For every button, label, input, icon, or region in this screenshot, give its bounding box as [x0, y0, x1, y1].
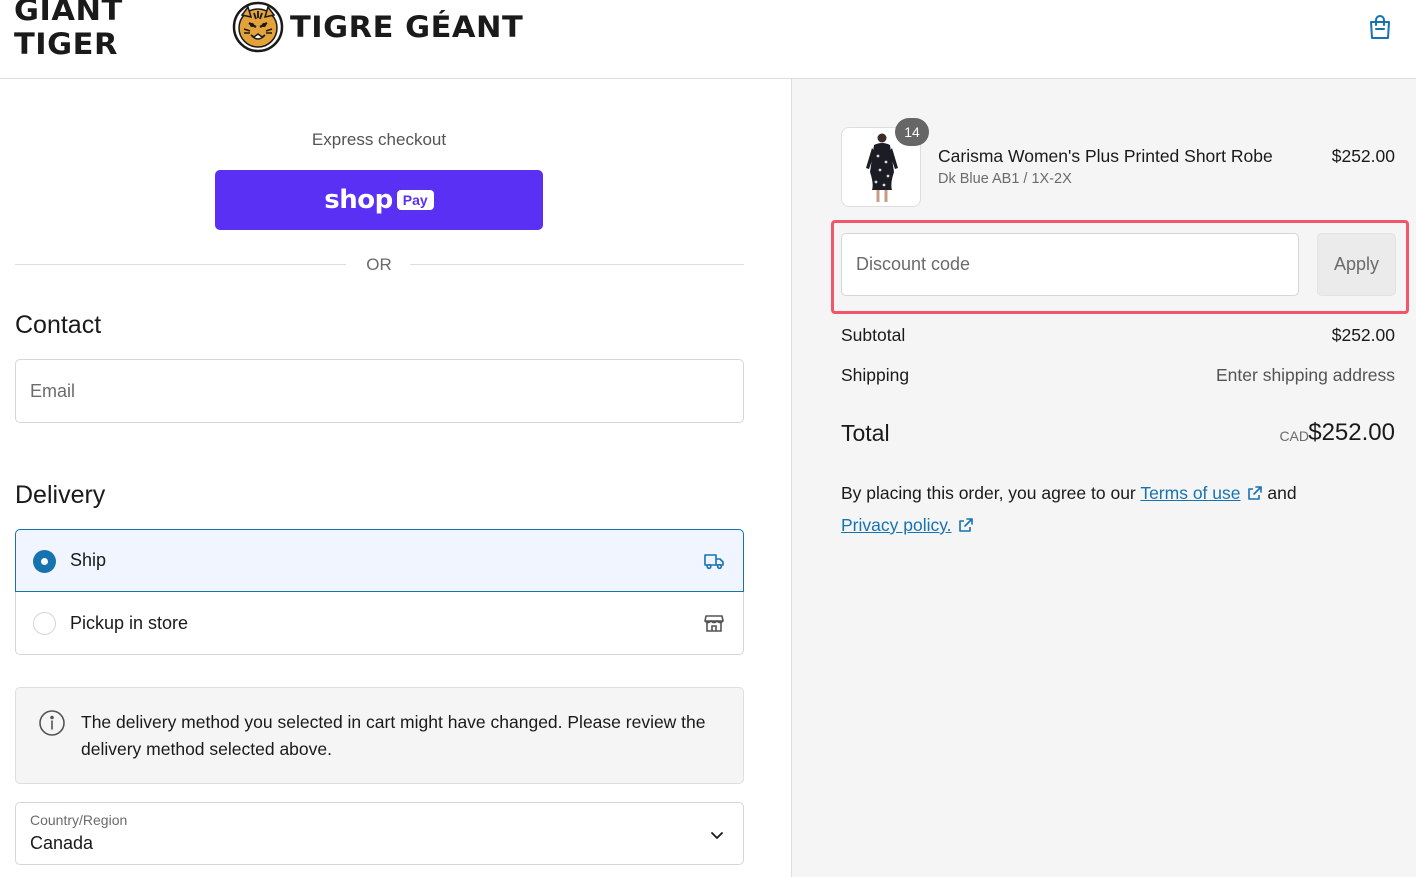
privacy-policy-link[interactable]: Privacy policy.: [841, 515, 952, 535]
shipping-value: Enter shipping address: [1216, 365, 1395, 385]
country-region-value: Canada: [30, 833, 94, 853]
giant-tiger-logo[interactable]: GIANT TIGER TIGRE GÉANT: [14, 0, 523, 61]
delivery-change-notice: The delivery method you selected in cart…: [15, 687, 744, 784]
shop-pay-pill: Pay: [396, 190, 434, 210]
tiger-head-logo-icon: [232, 1, 284, 53]
info-icon: [39, 710, 65, 736]
delivery-notice-text: The delivery method you selected in cart…: [81, 712, 706, 759]
site-header: GIANT TIGER TIGRE GÉANT: [0, 0, 1416, 79]
product-name: Carisma Women's Plus Printed Short Robe: [938, 146, 1273, 166]
pickup-radio[interactable]: [33, 612, 56, 635]
discount-code-field[interactable]: [841, 233, 1299, 296]
checkout-form-column: Express checkout shop Pay OR Contact Del…: [0, 79, 791, 877]
chevron-down-icon: [711, 832, 723, 839]
email-input[interactable]: [16, 360, 743, 422]
delivery-option-ship[interactable]: Ship: [15, 529, 744, 592]
shop-pay-button[interactable]: shop Pay: [215, 170, 543, 230]
contact-heading: Contact: [15, 311, 102, 339]
delivery-option-pickup[interactable]: Pickup in store: [15, 592, 744, 655]
legal-prefix: By placing this order, you agree to our: [841, 483, 1136, 503]
external-link-icon: [958, 518, 973, 532]
delivery-heading: Delivery: [15, 481, 106, 509]
country-region-caption: Country/Region: [30, 812, 128, 828]
discount-code-input[interactable]: [842, 234, 1298, 295]
terms-of-use-link[interactable]: Terms of use: [1140, 483, 1240, 503]
total-currency: CAD: [1279, 428, 1309, 444]
apply-discount-button[interactable]: Apply: [1317, 233, 1396, 296]
product-variant: Dk Blue AB1 / 1X-2X: [938, 171, 1072, 187]
total-label: Total: [841, 420, 890, 446]
country-region-select[interactable]: Country/Region Canada: [15, 802, 744, 865]
or-divider-label: OR: [366, 255, 392, 274]
legal-agreement: By placing this order, you agree to our …: [841, 477, 1401, 541]
product-price: $252.00: [1331, 146, 1395, 166]
order-summary-column: 14 Carisma Women's Plus Printed Short Ro…: [791, 79, 1416, 877]
email-field[interactable]: [15, 359, 744, 423]
delivery-method-group: Ship Pickup in store: [15, 529, 744, 655]
logo-text-fr: TIGRE GÉANT: [290, 10, 524, 44]
express-checkout-title: Express checkout: [311, 130, 447, 149]
or-divider-right: [410, 264, 744, 265]
truck-icon: [704, 554, 724, 570]
subtotal-value: $252.00: [1331, 325, 1395, 345]
subtotal-label: Subtotal: [841, 325, 906, 345]
total-value: $252.00: [1308, 419, 1395, 446]
store-icon: [704, 615, 724, 632]
shop-pay-wordmark: shop: [324, 185, 393, 215]
quantity-badge: 14: [895, 118, 929, 146]
pickup-label: Pickup in store: [70, 612, 189, 633]
external-link-icon: [1247, 486, 1262, 500]
shopping-bag-icon[interactable]: [1366, 13, 1394, 41]
ship-radio[interactable]: [33, 550, 56, 573]
logo-text-en: GIANT TIGER: [14, 0, 123, 61]
legal-and: and: [1267, 483, 1297, 503]
shipping-label: Shipping: [841, 365, 910, 385]
ship-label: Ship: [70, 550, 107, 570]
or-divider-left: [15, 264, 346, 265]
